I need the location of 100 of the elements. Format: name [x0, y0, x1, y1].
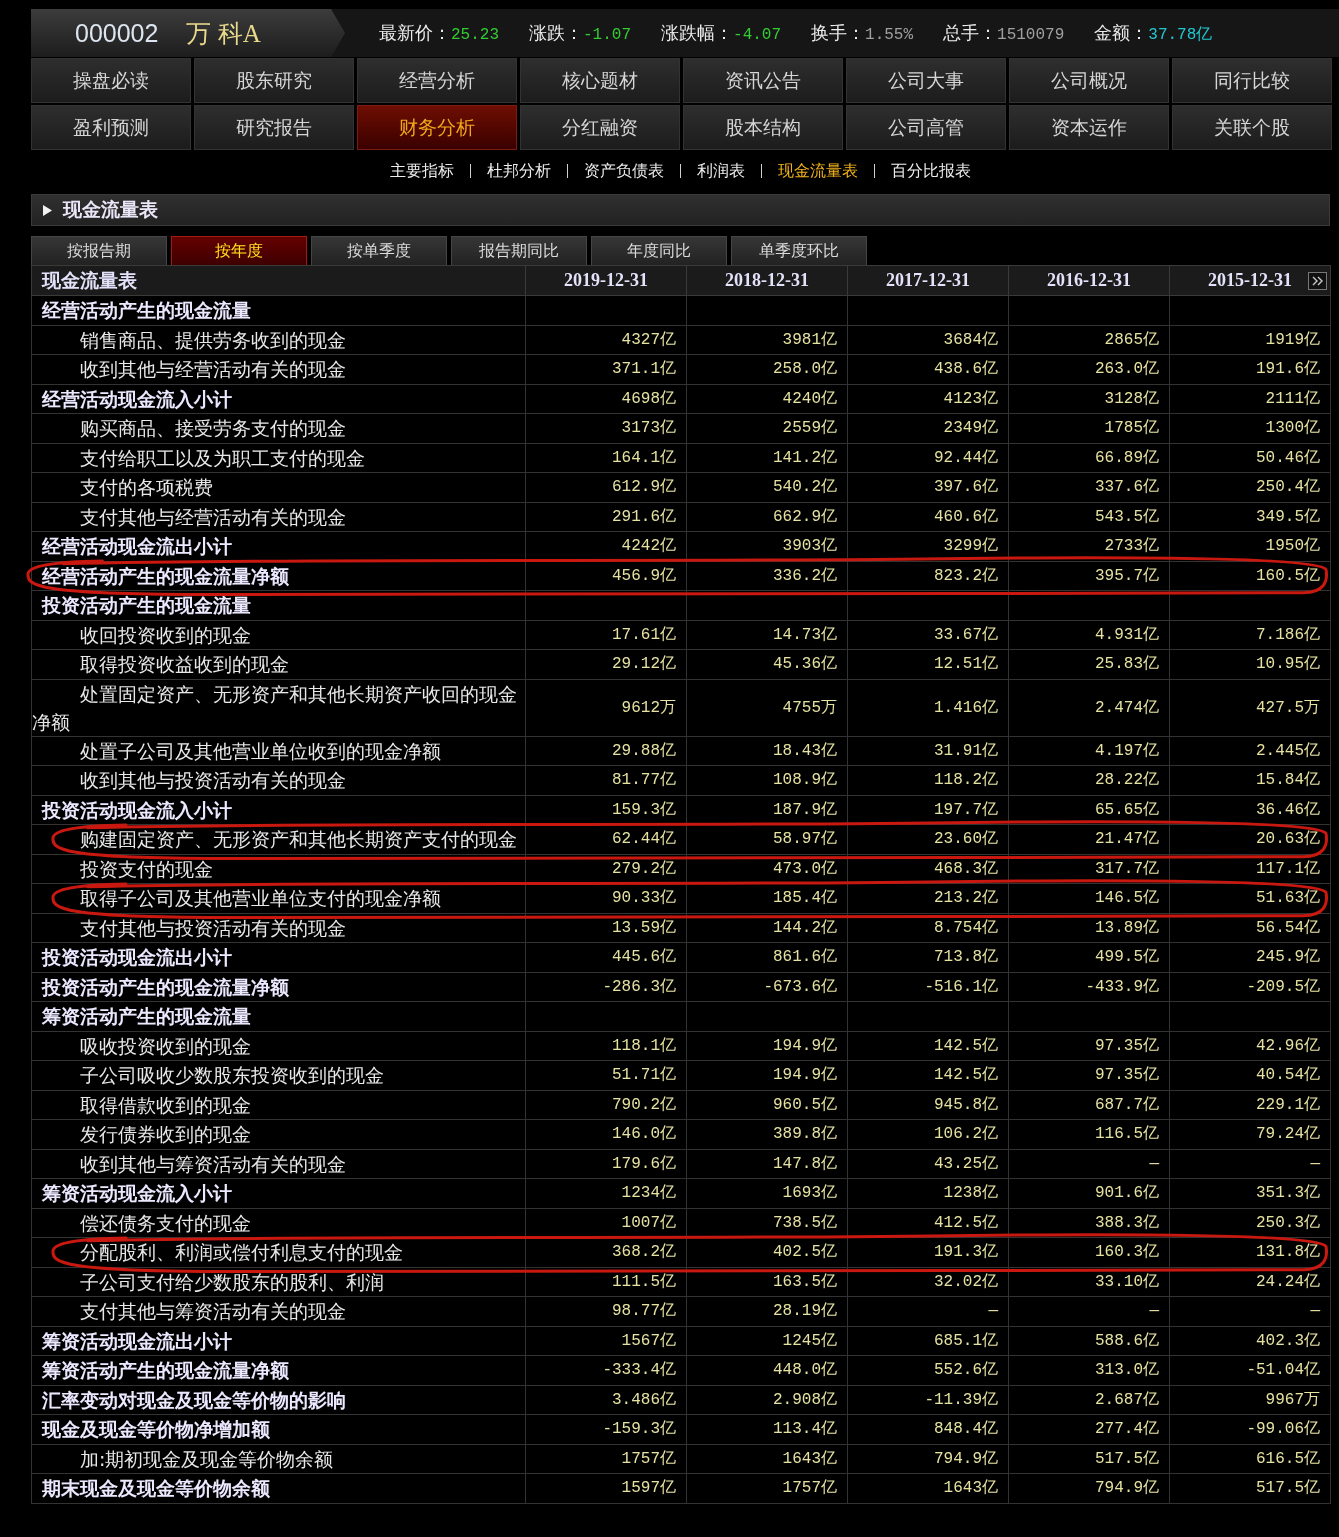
- table-cell: 56.54亿: [1169, 913, 1331, 943]
- row-label: 子公司支付给少数股东的股利、利润: [31, 1267, 526, 1297]
- row-label: 取得子公司及其他营业单位支付的现金净额: [31, 883, 526, 913]
- table-cell: 14.73亿: [686, 620, 848, 650]
- column-header: 2015-12-31: [1208, 270, 1292, 290]
- report-link[interactable]: 利润表: [697, 160, 745, 182]
- period-tab[interactable]: 单季度环比: [731, 236, 867, 265]
- stat-value: -1.07: [583, 26, 632, 44]
- table-cell: 33.67亿: [847, 620, 1009, 650]
- period-tab[interactable]: 年度同比: [591, 236, 727, 265]
- nav-tab[interactable]: 核心题材: [520, 58, 680, 103]
- nav-tab[interactable]: 资本运作: [1009, 105, 1169, 150]
- nav-tab[interactable]: 公司大事: [846, 58, 1006, 103]
- row-label: 处置子公司及其他营业单位收到的现金净额: [31, 736, 526, 766]
- table-cell: 33.10亿: [1008, 1267, 1170, 1297]
- double-chevron-icon: [1311, 276, 1324, 286]
- table-cell: 790.2亿: [525, 1090, 687, 1120]
- table-cell: 258.0亿: [686, 354, 848, 384]
- table-cell: 2349亿: [847, 413, 1009, 443]
- table-cell: 179.6亿: [525, 1149, 687, 1179]
- table-cell: 371.1亿: [525, 354, 687, 384]
- table-cell: 45.36亿: [686, 649, 848, 679]
- table-cell: 388.3亿: [1008, 1208, 1170, 1238]
- table-cell: 98.77亿: [525, 1296, 687, 1326]
- table-cell: 146.5亿: [1008, 883, 1170, 913]
- nav-tab[interactable]: 操盘必读: [31, 58, 191, 103]
- table-cell: 20.63亿: [1169, 824, 1331, 854]
- table-cell: 1785亿: [1008, 413, 1170, 443]
- row-label: 支付其他与经营活动有关的现金: [31, 502, 526, 532]
- table-cell: 438.6亿: [847, 354, 1009, 384]
- table-cell: 4.197亿: [1008, 736, 1170, 766]
- table-cell: 2865亿: [1008, 325, 1170, 355]
- table-cell: 349.5亿: [1169, 502, 1331, 532]
- table-cell: 4755万: [686, 679, 848, 736]
- row-label: 经营活动现金流出小计: [31, 531, 526, 561]
- period-tab[interactable]: 报告期同比: [451, 236, 587, 265]
- nav-tab[interactable]: 关联个股: [1172, 105, 1332, 150]
- nav-tab[interactable]: 公司高管: [846, 105, 1006, 150]
- table-cell: -673.6亿: [686, 972, 848, 1002]
- column-header: 2018-12-31: [725, 270, 809, 290]
- next-columns-button[interactable]: [1308, 272, 1327, 290]
- table-cell: 4.931亿: [1008, 620, 1170, 650]
- report-link[interactable]: 资产负债表: [584, 160, 664, 182]
- stat-label: 最新价：: [379, 21, 451, 45]
- nav-tab[interactable]: 资讯公告: [683, 58, 843, 103]
- table-cell: -51.04亿: [1169, 1355, 1331, 1385]
- row-label: 吸收投资收到的现金: [31, 1031, 526, 1061]
- nav-tab[interactable]: 股本结构: [683, 105, 843, 150]
- stat-value: 25.23: [451, 26, 499, 44]
- nav-tab[interactable]: 经营分析: [357, 58, 517, 103]
- row-label: 筹资活动产生的现金流量: [31, 1001, 526, 1031]
- nav-tab[interactable]: 股东研究: [194, 58, 354, 103]
- row-label: 经营活动产生的现金流量: [31, 295, 526, 325]
- column-header: 现金流量表: [42, 268, 137, 291]
- table-cell: -159.3亿: [525, 1414, 687, 1444]
- table-cell: 2.445亿: [1169, 736, 1331, 766]
- row-label: 收到其他与投资活动有关的现金: [31, 765, 526, 795]
- table-cell: 848.4亿: [847, 1414, 1009, 1444]
- report-link[interactable]: 百分比报表: [891, 160, 971, 182]
- table-cell: 18.43亿: [686, 736, 848, 766]
- period-tab[interactable]: 按年度: [171, 236, 307, 265]
- table-cell: 1238亿: [847, 1178, 1009, 1208]
- nav-tab[interactable]: 研究报告: [194, 105, 354, 150]
- table-cell: 131.8亿: [1169, 1237, 1331, 1267]
- row-label: 发行债券收到的现金: [31, 1119, 526, 1149]
- nav-tab[interactable]: 盈利预测: [31, 105, 191, 150]
- row-label: 加:期初现金及现金等价物余额: [31, 1444, 526, 1474]
- table-cell: 402.5亿: [686, 1237, 848, 1267]
- nav-tab[interactable]: 同行比较: [1172, 58, 1332, 103]
- table-cell: 687.7亿: [1008, 1090, 1170, 1120]
- table-cell: 616.5亿: [1169, 1444, 1331, 1474]
- table-cell: 58.97亿: [686, 824, 848, 854]
- row-label: 经营活动产生的现金流量净额: [31, 561, 526, 591]
- table-cell: 194.9亿: [686, 1060, 848, 1090]
- table-cell: 368.2亿: [525, 1237, 687, 1267]
- table-cell: 42.96亿: [1169, 1031, 1331, 1061]
- row-label: 投资活动现金流入小计: [31, 795, 526, 825]
- table-cell: 2.687亿: [1008, 1385, 1170, 1415]
- table-cell: 90.33亿: [525, 883, 687, 913]
- nav-tab[interactable]: 财务分析: [357, 105, 517, 150]
- table-cell: 118.2亿: [847, 765, 1009, 795]
- table-cell: 336.2亿: [686, 561, 848, 591]
- section-title: 现金流量表: [63, 197, 158, 222]
- report-link[interactable]: 主要指标: [390, 160, 454, 182]
- table-cell: 106.2亿: [847, 1119, 1009, 1149]
- report-link[interactable]: 现金流量表: [778, 160, 858, 182]
- table-cell: 250.3亿: [1169, 1208, 1331, 1238]
- period-tab[interactable]: 按报告期: [31, 236, 167, 265]
- table-cell: 1757亿: [525, 1444, 687, 1474]
- table-cell: 397.6亿: [847, 472, 1009, 502]
- table-cell: 97.35亿: [1008, 1031, 1170, 1061]
- table-cell: 3128亿: [1008, 384, 1170, 414]
- period-tab[interactable]: 按单季度: [311, 236, 447, 265]
- nav-tab[interactable]: 分红融资: [520, 105, 680, 150]
- row-label: 收回投资收到的现金: [31, 620, 526, 650]
- table-cell: 685.1亿: [847, 1326, 1009, 1356]
- stock-name: 万 科A: [186, 18, 261, 49]
- table-cell: 245.9亿: [1169, 942, 1331, 972]
- nav-tab[interactable]: 公司概况: [1009, 58, 1169, 103]
- report-link[interactable]: 杜邦分析: [487, 160, 551, 182]
